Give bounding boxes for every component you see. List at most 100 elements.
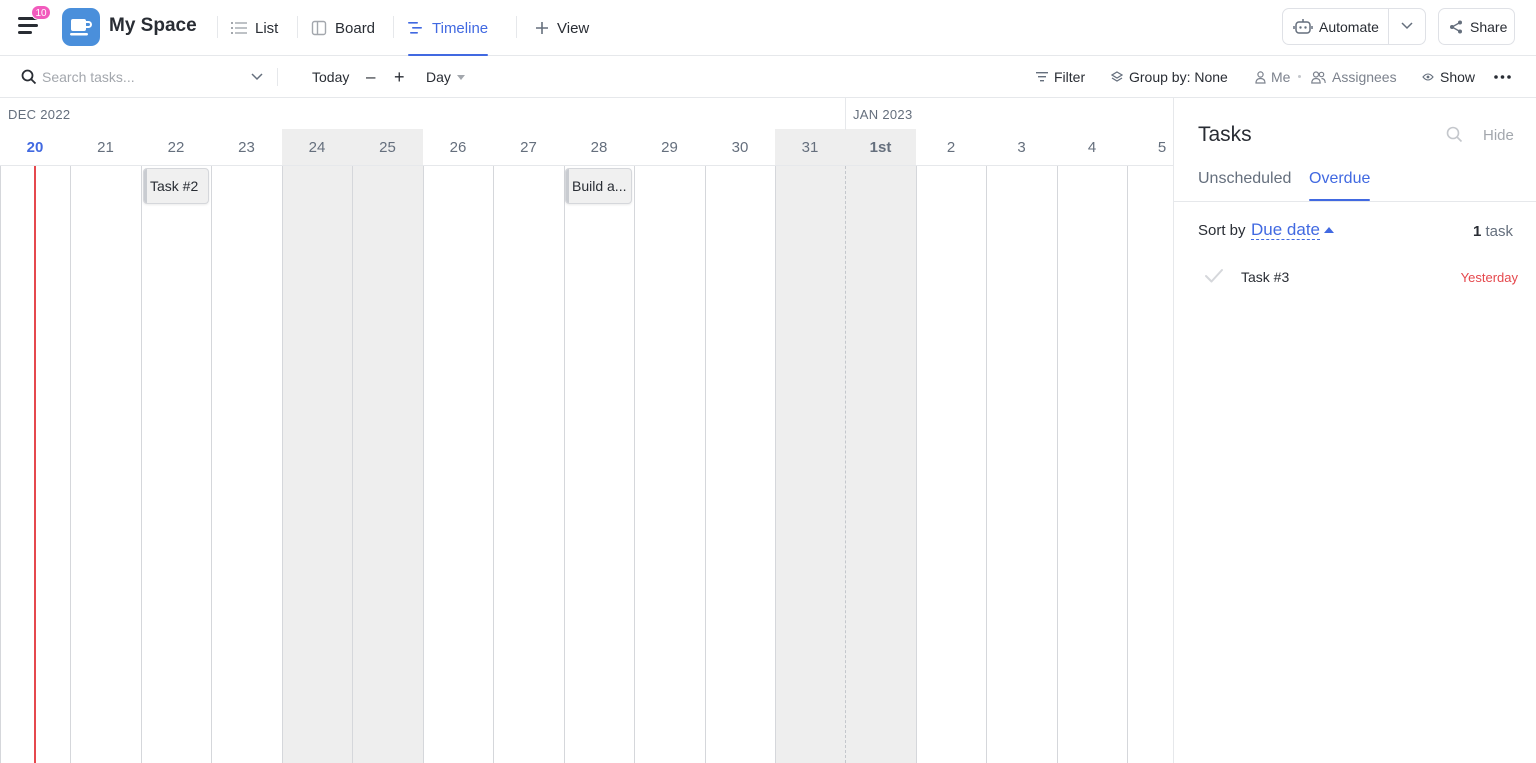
dot-separator [1298,75,1301,78]
menu-icon[interactable] [18,17,40,37]
column-line [352,166,353,763]
top-header: 10 My Space List Board Timeline View Aut… [0,0,1536,56]
share-icon [1449,20,1463,34]
show-button[interactable]: Show [1422,56,1475,98]
chevron-down-icon[interactable] [1400,21,1414,31]
automate-label: Automate [1319,18,1379,35]
column-line [282,166,283,763]
eye-icon [1422,72,1434,82]
share-button[interactable]: Share [1438,8,1515,45]
today-button[interactable]: Today [312,56,349,98]
column-line [211,166,212,763]
column-line [1057,166,1058,763]
zoom-out-button[interactable]: – [366,56,375,98]
tab-list-label: List [255,19,279,37]
panel-title: Tasks [1198,123,1252,146]
notification-badge: 10 [31,5,51,20]
header-divider [0,165,1173,166]
caret-down-icon [456,74,465,80]
tab-board[interactable]: Board [311,0,375,56]
column-line [916,166,917,763]
tab-unscheduled[interactable]: Unscheduled [1198,170,1291,202]
task-count: 1 task [1473,223,1513,240]
sort-field-select[interactable]: Due date [1251,220,1320,240]
day-header: 5 [1157,139,1167,156]
panel-divider [1174,201,1536,202]
overdue-task-row[interactable]: Task #3 Yesterday [1198,263,1523,291]
day-header: 25 [379,139,396,156]
search-icon [21,69,37,85]
column-line [775,166,776,763]
me-filter-button[interactable]: Me [1255,56,1290,98]
month-divider [845,98,846,130]
more-options-icon[interactable] [1494,56,1511,98]
day-header-today: 20 [26,139,44,156]
checkmark-icon[interactable] [1204,267,1224,290]
column-line [1127,166,1128,763]
day-header: 2 [946,139,956,156]
board-icon [311,20,327,36]
day-header: 31 [801,139,819,156]
task-due-date: Yesterday [1460,270,1518,285]
column-line [705,166,706,763]
divider [297,16,298,38]
day-header-month-start: 1st [869,139,892,156]
day-header: 24 [308,139,326,156]
hide-panel-button[interactable]: Hide [1483,127,1514,144]
group-by-label: Group by: None [1129,69,1228,85]
group-by-button[interactable]: Group by: None [1111,56,1228,98]
space-title: My Space [109,15,197,36]
column-line [0,166,1,763]
month-label: DEC 2022 [8,107,71,122]
task-count-unit: task [1485,223,1513,240]
tab-list[interactable]: List [231,0,278,56]
list-icon [231,21,247,35]
assignees-button[interactable]: Assignees [1311,56,1397,98]
show-label: Show [1440,69,1476,85]
share-label: Share [1470,18,1508,35]
day-header: 26 [449,139,467,156]
day-header: 28 [590,139,608,156]
divider [217,16,218,38]
column-line [70,166,71,763]
add-view-label: View [557,19,590,37]
day-header: 21 [97,139,114,156]
search-input[interactable] [42,66,242,88]
task-bar[interactable]: Task #2 [143,168,209,204]
sort-ascending-icon[interactable] [1324,227,1334,233]
day-header: 30 [731,139,749,156]
filter-icon [1036,72,1048,82]
divider [277,68,278,86]
scale-select[interactable]: Day [426,56,465,98]
task-bar[interactable]: Build a... [565,168,632,204]
day-header: 29 [661,139,678,156]
task-count-number: 1 [1472,223,1482,240]
filter-label: Filter [1054,69,1086,85]
tab-timeline[interactable]: Timeline [408,0,489,56]
search-icon[interactable] [1446,126,1463,148]
chevron-down-icon[interactable] [250,72,264,82]
tab-board-label: Board [335,19,376,37]
timeline-grid[interactable]: DEC 2022 JAN 2023 20 21 22 23 24 25 26 2… [0,98,1173,763]
me-label: Me [1271,69,1291,85]
day-header: 22 [167,139,185,156]
column-line [493,166,494,763]
plus-icon [535,21,549,35]
coffee-cup-icon [70,19,92,36]
space-avatar[interactable] [62,8,100,46]
users-icon [1311,70,1326,84]
sort-label: Sort by [1198,222,1246,239]
zoom-in-button[interactable]: + [394,56,405,98]
task-name: Task #3 [1241,269,1290,285]
add-view-button[interactable]: View [535,0,589,56]
automate-button[interactable]: Automate [1282,8,1426,45]
divider [393,16,394,38]
layers-icon [1111,70,1123,84]
month-boundary-line [845,166,846,763]
divider [1388,9,1389,44]
tab-overdue[interactable]: Overdue [1309,170,1371,202]
filter-button[interactable]: Filter [1036,56,1085,98]
day-header: 23 [238,139,255,156]
toolbar: Today – + Day Filter Group by: None Me A… [0,56,1536,98]
day-header: 4 [1087,139,1097,156]
